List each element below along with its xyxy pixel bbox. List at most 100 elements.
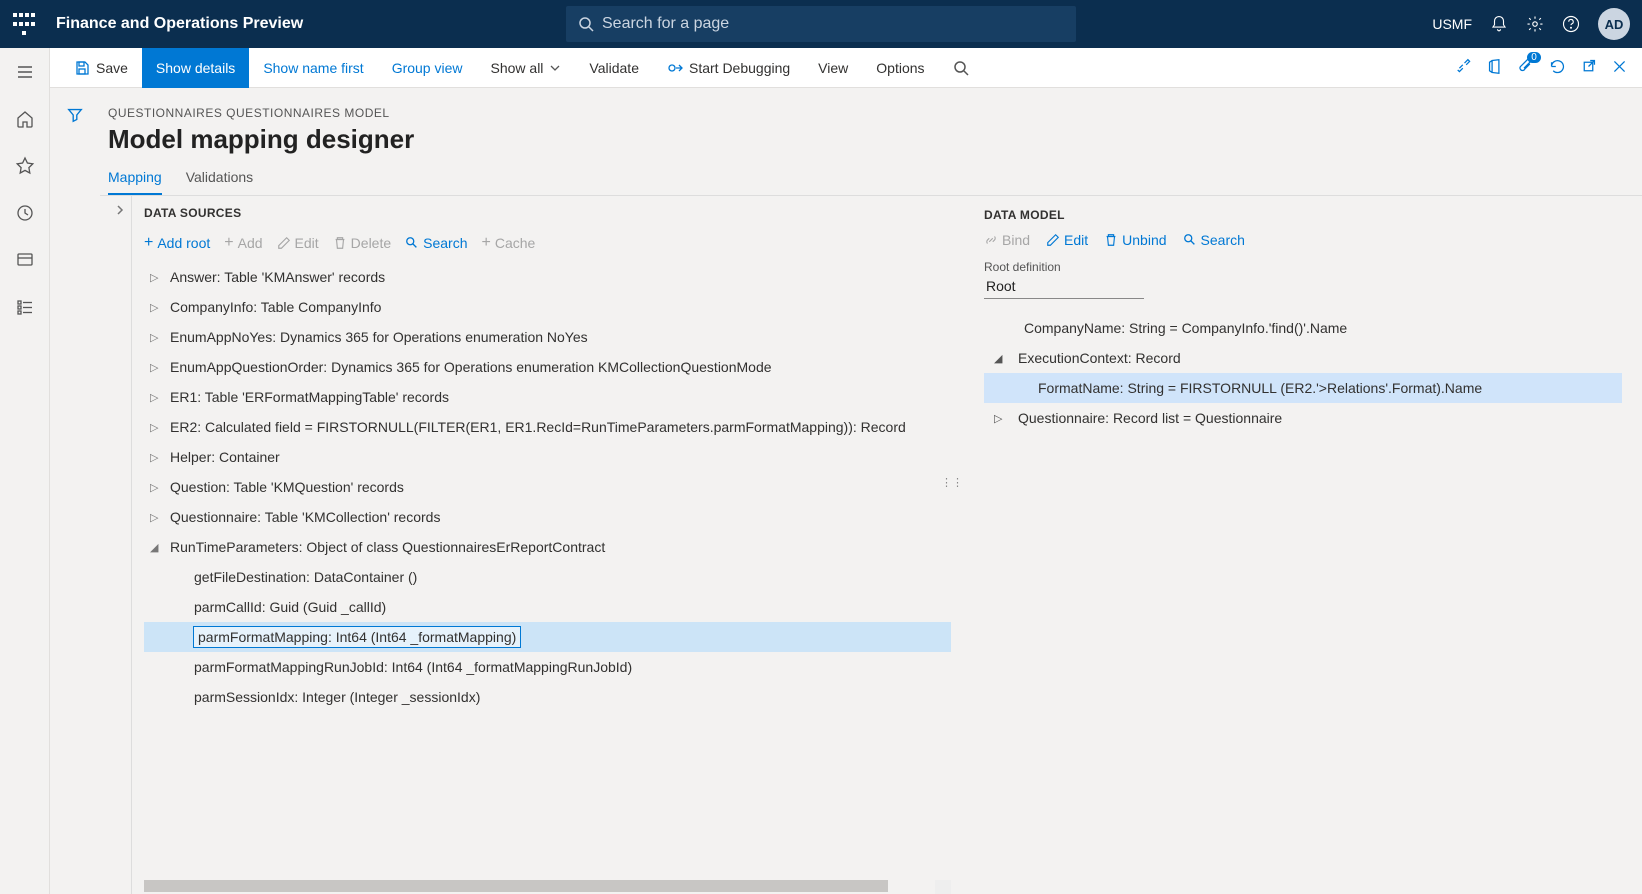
workspace-icon[interactable] xyxy=(15,250,35,275)
attachments-icon[interactable]: 0 xyxy=(1518,58,1535,78)
caret-icon[interactable]: ▷ xyxy=(150,361,164,374)
office-icon[interactable] xyxy=(1487,58,1504,78)
save-icon xyxy=(74,60,90,76)
caret-icon[interactable]: ◢ xyxy=(994,352,1008,365)
add-root-button[interactable]: +Add root xyxy=(144,234,210,252)
start-debugging-button[interactable]: Start Debugging xyxy=(653,48,804,88)
company-code[interactable]: USMF xyxy=(1432,16,1472,32)
caret-icon[interactable]: ▷ xyxy=(150,331,164,344)
search-placeholder: Search for a page xyxy=(602,15,729,33)
validate-button[interactable]: Validate xyxy=(575,48,653,88)
caret-icon[interactable]: ▷ xyxy=(150,301,164,314)
tree-node[interactable]: parmCallId: Guid (Guid _callId) xyxy=(144,592,951,622)
tree-node-selected[interactable]: FormatName: String = FIRSTORNULL (ER2.'>… xyxy=(984,373,1622,403)
tree-node[interactable]: ▷EnumAppNoYes: Dynamics 365 for Operatio… xyxy=(144,322,951,352)
search-button[interactable]: Search xyxy=(1183,232,1245,248)
tree-node[interactable]: ▷Helper: Container xyxy=(144,442,951,472)
data-model-panel: DATA MODEL Bind Edit Unbind Search Root … xyxy=(954,196,1642,894)
unbind-button[interactable]: Unbind xyxy=(1104,232,1166,248)
tree-node[interactable]: ▷Answer: Table 'KMAnswer' records xyxy=(144,262,951,292)
show-details-button[interactable]: Show details xyxy=(142,48,249,88)
search-icon xyxy=(953,60,969,76)
cache-button: +Cache xyxy=(482,234,536,252)
search-button[interactable]: Search xyxy=(405,234,467,252)
root-definition-input[interactable] xyxy=(984,274,1144,299)
page-title: Model mapping designer xyxy=(100,124,1642,169)
tab-bar: Mapping Validations xyxy=(100,169,1642,196)
close-icon[interactable] xyxy=(1611,58,1628,78)
caret-icon[interactable]: ▷ xyxy=(150,451,164,464)
tree-node-selected[interactable]: parmFormatMapping: Int64 (Int64 _formatM… xyxy=(144,622,951,652)
refresh-icon[interactable] xyxy=(1549,58,1566,78)
options-button[interactable]: Options xyxy=(862,48,938,88)
tab-validations[interactable]: Validations xyxy=(186,169,253,195)
tree-node[interactable]: ▷EnumAppQuestionOrder: Dynamics 365 for … xyxy=(144,352,951,382)
gear-icon[interactable] xyxy=(1526,15,1544,33)
breadcrumb: QUESTIONNAIRES QUESTIONNAIRES MODEL xyxy=(100,106,1642,124)
badge-count: 0 xyxy=(1527,52,1541,63)
popout-icon[interactable] xyxy=(1580,58,1597,78)
data-sources-header: DATA SOURCES xyxy=(144,206,951,220)
edit-button[interactable]: Edit xyxy=(1046,232,1088,248)
filter-column xyxy=(50,88,100,894)
group-view-button[interactable]: Group view xyxy=(378,48,477,88)
tree-node[interactable]: ▷CompanyInfo: Table CompanyInfo xyxy=(144,292,951,322)
view-button[interactable]: View xyxy=(804,48,862,88)
bind-button: Bind xyxy=(984,232,1030,248)
tree-node[interactable]: parmSessionIdx: Integer (Integer _sessio… xyxy=(144,682,951,712)
global-search[interactable]: Search for a page xyxy=(566,6,1076,42)
chevron-right-icon xyxy=(114,204,126,216)
show-name-first-button[interactable]: Show name first xyxy=(249,48,377,88)
link-icon[interactable] xyxy=(1456,58,1473,78)
clock-icon[interactable] xyxy=(15,203,35,228)
caret-icon[interactable]: ▷ xyxy=(150,421,164,434)
home-icon[interactable] xyxy=(15,109,35,134)
tab-mapping[interactable]: Mapping xyxy=(108,169,162,195)
caret-icon[interactable]: ▷ xyxy=(994,412,1008,425)
show-all-button[interactable]: Show all xyxy=(477,48,576,88)
splitter-handle[interactable]: ⋮⋮ xyxy=(941,476,963,489)
edit-button: Edit xyxy=(277,234,319,252)
data-sources-tree[interactable]: ▷Answer: Table 'KMAnswer' records ▷Compa… xyxy=(144,262,951,880)
avatar[interactable]: AD xyxy=(1598,8,1630,40)
caret-icon[interactable]: ▷ xyxy=(150,511,164,524)
help-icon[interactable] xyxy=(1562,15,1580,33)
tree-node[interactable]: ▷Question: Table 'KMQuestion' records xyxy=(144,472,951,502)
data-sources-panel: DATA SOURCES +Add root +Add Edit Delete … xyxy=(100,196,954,894)
hamburger-icon[interactable] xyxy=(15,62,35,87)
star-icon[interactable] xyxy=(15,156,35,181)
delete-button: Delete xyxy=(333,234,391,252)
data-model-tree[interactable]: CompanyName: String = CompanyInfo.'find(… xyxy=(984,313,1622,433)
tree-node[interactable]: ▷Questionnaire: Table 'KMCollection' rec… xyxy=(144,502,951,532)
app-launcher-icon[interactable] xyxy=(12,12,36,36)
panel-expand-toggle[interactable] xyxy=(108,196,132,894)
tree-node[interactable]: ▷Questionnaire: Record list = Questionna… xyxy=(984,403,1622,433)
modules-icon[interactable] xyxy=(15,297,35,322)
horizontal-scrollbar[interactable] xyxy=(144,880,951,894)
tree-node[interactable]: parmFormatMappingRunJobId: Int64 (Int64 … xyxy=(144,652,951,682)
tree-node[interactable]: ▷ER1: Table 'ERFormatMappingTable' recor… xyxy=(144,382,951,412)
tree-node[interactable]: ◢RunTimeParameters: Object of class Ques… xyxy=(144,532,951,562)
action-bar: Save Show details Show name first Group … xyxy=(50,48,1642,88)
tree-node[interactable]: ▷ER2: Calculated field = FIRSTORNULL(FIL… xyxy=(144,412,951,442)
tree-node[interactable]: ◢ExecutionContext: Record xyxy=(984,343,1622,373)
caret-icon[interactable]: ▷ xyxy=(150,271,164,284)
data-model-header: DATA MODEL xyxy=(984,208,1622,222)
bell-icon[interactable] xyxy=(1490,15,1508,33)
filter-icon[interactable] xyxy=(66,106,84,894)
tree-node[interactable]: getFileDestination: DataContainer () xyxy=(144,562,951,592)
caret-icon[interactable]: ▷ xyxy=(150,391,164,404)
add-button: +Add xyxy=(224,234,262,252)
chevron-down-icon xyxy=(549,62,561,74)
top-bar: Finance and Operations Preview Search fo… xyxy=(0,0,1642,48)
tree-node[interactable]: CompanyName: String = CompanyInfo.'find(… xyxy=(984,313,1622,343)
left-nav-rail xyxy=(0,48,50,894)
caret-icon[interactable]: ▷ xyxy=(150,481,164,494)
app-title: Finance and Operations Preview xyxy=(56,15,303,33)
save-button[interactable]: Save xyxy=(60,48,142,88)
caret-icon[interactable]: ◢ xyxy=(150,541,164,554)
root-definition-label: Root definition xyxy=(984,260,1622,274)
debug-icon xyxy=(667,60,683,76)
search-icon xyxy=(578,16,594,32)
action-search-button[interactable] xyxy=(939,48,983,88)
